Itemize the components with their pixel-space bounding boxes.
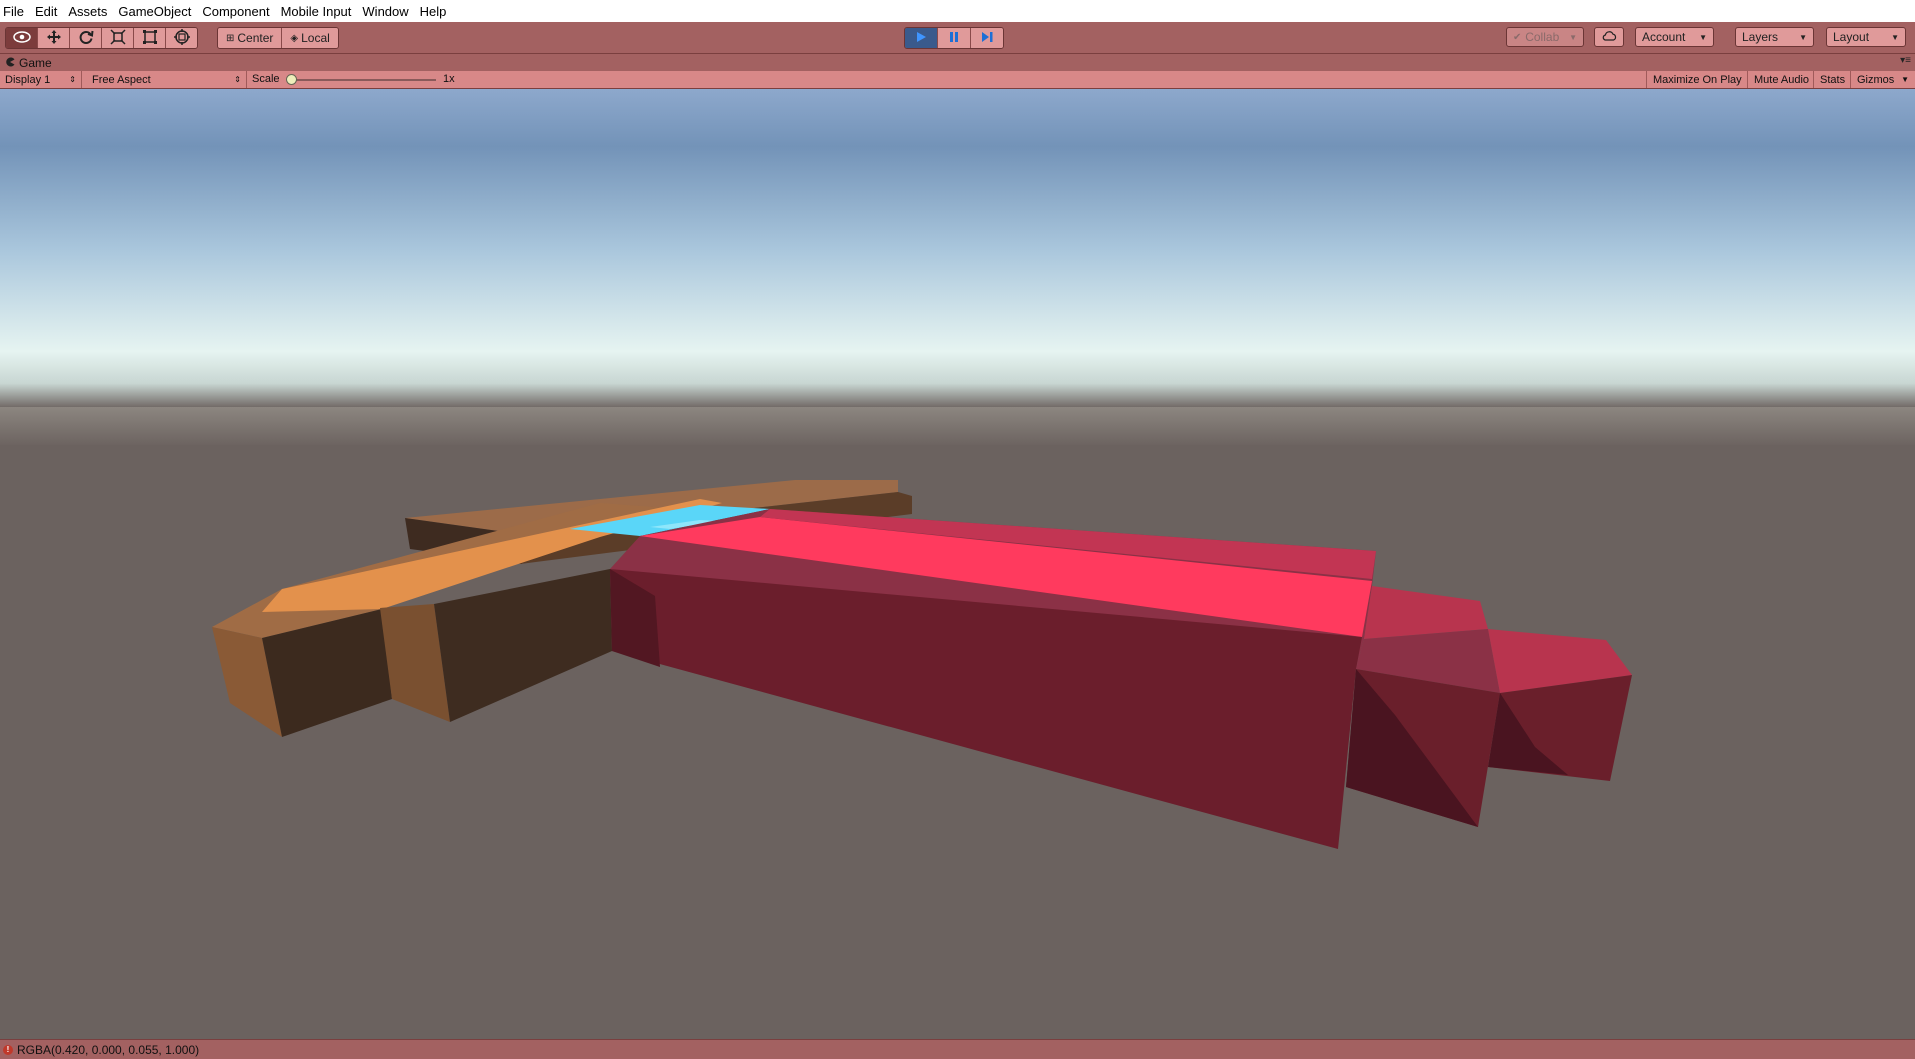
- horizon-haze: [0, 407, 1915, 447]
- pause-icon: [948, 31, 960, 46]
- menu-edit[interactable]: Edit: [31, 4, 64, 19]
- menu-window[interactable]: Window: [358, 4, 415, 19]
- collab-dropdown[interactable]: ✔ Collab ▼: [1506, 27, 1584, 47]
- move-arrows-icon: [46, 29, 62, 48]
- step-button[interactable]: [971, 28, 1003, 48]
- menu-file[interactable]: File: [0, 4, 31, 19]
- scale-slider-track[interactable]: [288, 79, 436, 81]
- chevron-down-icon: ▼: [1891, 32, 1899, 42]
- scene-render: [0, 89, 1915, 1039]
- game-view-controls: Display 1 ⇕ Free Aspect ⇕ Scale 1x Maxim…: [0, 71, 1915, 89]
- sky: [0, 89, 1915, 409]
- scale-slider-thumb[interactable]: [286, 74, 297, 85]
- transform-tool-button[interactable]: [166, 28, 197, 48]
- menu-assets[interactable]: Assets: [64, 4, 114, 19]
- menu-bar: File Edit Assets GameObject Component Mo…: [0, 0, 1915, 22]
- status-message[interactable]: RGBA(0.420, 0.000, 0.055, 1.000): [17, 1043, 199, 1057]
- menu-gameobject[interactable]: GameObject: [114, 4, 198, 19]
- playback-controls: [904, 27, 1004, 49]
- move-tool-button[interactable]: [38, 28, 70, 48]
- account-dropdown[interactable]: Account ▼: [1635, 27, 1714, 47]
- stats-toggle[interactable]: Stats: [1813, 71, 1851, 88]
- maximize-on-play-toggle[interactable]: Maximize On Play: [1646, 71, 1748, 88]
- rect-tool-button[interactable]: [134, 28, 166, 48]
- scale-icon: [109, 28, 126, 48]
- gizmos-dropdown[interactable]: Gizmos ▼: [1850, 71, 1915, 88]
- eye-icon: [12, 30, 31, 46]
- menu-component[interactable]: Component: [198, 4, 276, 19]
- chevron-down-icon: ▼: [1901, 75, 1909, 84]
- cloud-button[interactable]: [1594, 27, 1624, 47]
- pacman-icon: [5, 56, 15, 70]
- scale-value: 1x: [443, 73, 455, 85]
- menu-mobile-input[interactable]: Mobile Input: [277, 4, 359, 19]
- rect-icon: [142, 29, 158, 48]
- game-tab-header: Game ▾≡: [0, 54, 1915, 72]
- cube-icon: ◈: [290, 32, 299, 44]
- warning-icon: !: [3, 1044, 13, 1055]
- menu-help[interactable]: Help: [416, 4, 454, 19]
- transform-tools: [5, 27, 198, 49]
- rotate-icon: [78, 29, 94, 48]
- main-toolbar: ⊞ Center ◈ Local ✔ Collab ▼ Account ▼ La…: [0, 22, 1915, 54]
- pivot-center-button[interactable]: ⊞ Center: [218, 28, 283, 48]
- updown-chevron-icon: ⇕: [234, 75, 241, 84]
- cloud-icon: [1601, 30, 1617, 44]
- chevron-down-icon: ▼: [1799, 32, 1807, 42]
- pivot-toggles: ⊞ Center ◈ Local: [217, 27, 339, 49]
- layers-dropdown[interactable]: Layers ▼: [1735, 27, 1814, 47]
- aspect-dropdown[interactable]: Free Aspect ⇕: [87, 71, 247, 88]
- transform-icon: [173, 28, 191, 48]
- display-dropdown[interactable]: Display 1 ⇕: [0, 71, 82, 88]
- play-icon: [915, 31, 927, 46]
- chevron-down-icon: ▼: [1699, 32, 1707, 42]
- updown-chevron-icon: ⇕: [69, 75, 76, 84]
- pause-button[interactable]: [938, 28, 971, 48]
- step-icon: [980, 31, 994, 46]
- status-bar: ! RGBA(0.420, 0.000, 0.055, 1.000): [0, 1039, 1915, 1059]
- game-viewport[interactable]: [0, 89, 1915, 1039]
- view-tool-button[interactable]: [6, 28, 38, 48]
- scale-label: Scale: [252, 73, 280, 85]
- play-button[interactable]: [905, 28, 938, 48]
- rotate-tool-button[interactable]: [70, 28, 102, 48]
- pivot-local-button[interactable]: ◈ Local: [282, 28, 338, 48]
- tab-menu-icon[interactable]: ▾≡: [1900, 55, 1911, 66]
- chevron-down-icon: ▼: [1569, 32, 1577, 42]
- checkmark-icon: ✔: [1513, 31, 1522, 43]
- scale-tool-button[interactable]: [102, 28, 134, 48]
- layout-dropdown[interactable]: Layout ▼: [1826, 27, 1906, 47]
- tab-game[interactable]: Game: [0, 54, 52, 71]
- mute-audio-toggle[interactable]: Mute Audio: [1747, 71, 1815, 88]
- pivot-center-icon: ⊞: [226, 32, 235, 44]
